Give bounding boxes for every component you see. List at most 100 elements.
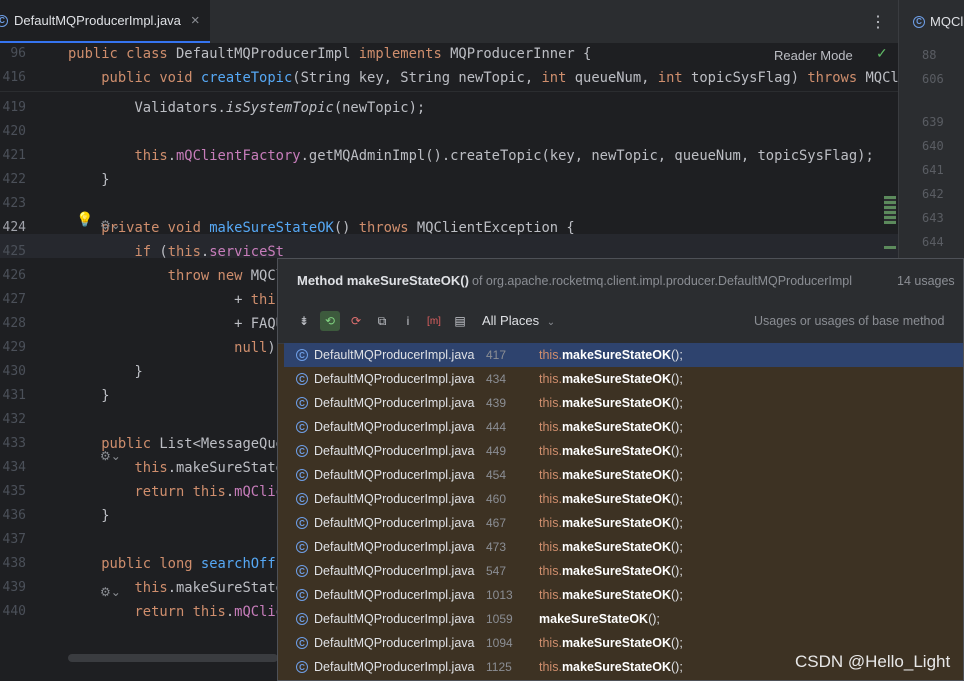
snippet-method: makeSureStateOK [561, 588, 672, 602]
snippet-suffix: (); [671, 516, 683, 530]
scrollbar-marker[interactable] [884, 196, 896, 224]
usage-row[interactable]: C DefaultMQProducerImpl.java 1013 this.make… [284, 583, 963, 607]
code-line[interactable]: } [68, 172, 110, 188]
show-read-access-icon[interactable]: ⟲ [320, 311, 340, 331]
line-number: 606 [922, 72, 944, 86]
code-line[interactable]: + this [68, 292, 284, 308]
tab-default-mq-producer-impl[interactable]: C DefaultMQProducerImpl.java × [0, 0, 210, 43]
usage-line: 444 [486, 420, 507, 434]
usage-line: 1094 [486, 636, 513, 650]
usage-snippet: this.makeSureStateOK(); [539, 564, 683, 578]
usage-snippet: this.makeSureStateOK(); [539, 396, 683, 410]
code-line[interactable]: throw new MQCl [68, 268, 284, 284]
horizontal-scrollbar[interactable] [68, 654, 278, 662]
code-token: public void [68, 70, 201, 86]
tab-mqclient[interactable]: C MQCl [898, 0, 964, 43]
code-token: } [68, 172, 110, 188]
code-line[interactable]: } [68, 388, 110, 404]
inspection-ok-icon[interactable]: ✓ [876, 45, 888, 62]
snippet-method: makeSureStateOK [561, 396, 672, 410]
close-icon[interactable]: × [191, 12, 200, 29]
usage-row[interactable]: C DefaultMQProducerImpl.java 1059 makeSureS… [284, 607, 963, 631]
code-token: this [167, 244, 201, 260]
usage-row[interactable]: C DefaultMQProducerImpl.java 434 this.makeS… [284, 367, 963, 391]
class-icon: C [0, 14, 8, 27]
snippet-suffix: (); [671, 396, 683, 410]
usage-row[interactable]: C DefaultMQProducerImpl.java 417 this.makeS… [284, 343, 963, 367]
ai-assistant-icon[interactable]: ⚙⌄ [100, 218, 121, 232]
usage-row[interactable]: C DefaultMQProducerImpl.java 439 this.makeS… [284, 391, 963, 415]
code-token: } [68, 364, 143, 380]
line-number: 422 [2, 172, 26, 187]
line-number: 440 [2, 604, 26, 619]
snippet-method: makeSureStateOK [561, 660, 672, 674]
line-number: 435 [2, 484, 26, 499]
usage-snippet: this.makeSureStateOK(); [539, 348, 683, 362]
snippet-method: makeSureStateOK [561, 492, 672, 506]
ai-assistant-icon[interactable]: ⚙⌄ [100, 449, 121, 463]
merge-usages-icon[interactable]: ⇟ [294, 311, 314, 331]
usage-snippet: this.makeSureStateOK(); [539, 468, 683, 482]
line-number: 88 [922, 48, 937, 62]
more-options-icon[interactable]: ⋮ [870, 12, 886, 32]
info-icon[interactable]: i [398, 311, 418, 331]
code-line[interactable]: if (this.serviceSt [68, 244, 284, 260]
code-token: () [333, 220, 359, 236]
sticky-code-line[interactable]: public class DefaultMQProducerImpl imple… [68, 46, 591, 62]
reader-mode-button[interactable]: Reader Mode [774, 48, 853, 63]
line-number: 423 [2, 196, 26, 211]
code-line[interactable]: return this.mQClie [68, 604, 284, 620]
code-token: searchOffs [200, 556, 284, 572]
usage-file: DefaultMQProducerImpl.java [314, 612, 475, 626]
code-line[interactable]: } [68, 364, 143, 380]
line-number: 434 [2, 460, 26, 475]
usage-row[interactable]: C DefaultMQProducerImpl.java 473 this.makeS… [284, 535, 963, 559]
show-write-access-icon[interactable]: ⟳ [346, 311, 366, 331]
ai-assistant-icon[interactable]: ⚙⌄ [100, 585, 121, 599]
scope-dropdown[interactable]: All Places ⌄ [482, 313, 555, 328]
usage-row[interactable]: C DefaultMQProducerImpl.java 454 this.makeS… [284, 463, 963, 487]
code-line[interactable]: null); [68, 340, 284, 356]
code-line[interactable]: private void makeSureStateOK() throws MQ… [68, 220, 575, 236]
code-line[interactable]: this.mQClientFactory.getMQAdminImpl().cr… [68, 148, 873, 164]
code-token: public long [68, 556, 201, 572]
show-usages-popup[interactable]: Method makeSureStateOK() of org.apache.r… [277, 258, 964, 681]
usage-line: 439 [486, 396, 507, 410]
usage-row[interactable]: C DefaultMQProducerImpl.java 460 this.makeS… [284, 487, 963, 511]
snippet-prefix: this. [539, 492, 562, 506]
line-number: 436 [2, 508, 26, 523]
usage-row[interactable]: C DefaultMQProducerImpl.java 547 this.makeS… [284, 559, 963, 583]
preview-icon[interactable]: ▤ [450, 311, 470, 331]
code-line[interactable]: Validators.isSystemTopic(newTopic); [68, 100, 425, 116]
class-icon: C [296, 589, 308, 601]
class-icon: C [913, 15, 925, 28]
line-number: 424 [2, 220, 26, 235]
sticky-code-line[interactable]: public void createTopic(String key, Stri… [68, 70, 932, 86]
code-token: (newTopic); [333, 100, 426, 116]
usage-file: DefaultMQProducerImpl.java [314, 516, 475, 530]
code-line[interactable]: } [68, 508, 109, 524]
scope-hint: Usages or usages of base method [754, 314, 945, 328]
scrollbar-marker[interactable] [884, 246, 896, 249]
show-imports-icon[interactable]: ⧉ [372, 311, 392, 331]
lightbulb-icon[interactable]: 💡 [76, 211, 93, 228]
usage-row[interactable]: C DefaultMQProducerImpl.java 444 this.makeS… [284, 415, 963, 439]
usage-row[interactable]: C DefaultMQProducerImpl.java 449 this.makeS… [284, 439, 963, 463]
code-line[interactable]: + FAQU [68, 316, 284, 332]
code-token: (String key, String newTopic, [292, 70, 542, 86]
code-line[interactable]: public long searchOffs [68, 556, 284, 572]
code-token: null [234, 340, 268, 356]
code-token: mQClientFactory [176, 148, 301, 164]
code-line[interactable]: return this.mQClie [68, 484, 284, 500]
code-token: } [68, 388, 110, 404]
code-token: . [200, 244, 210, 260]
usage-file: DefaultMQProducerImpl.java [314, 372, 475, 386]
usage-row[interactable]: C DefaultMQProducerImpl.java 467 this.makeS… [284, 511, 963, 535]
code-token: this [134, 460, 168, 476]
module-icon[interactable]: [m] [424, 311, 444, 331]
usage-line: 1125 [486, 660, 512, 674]
line-number: 427 [2, 292, 26, 307]
snippet-suffix: (); [648, 612, 660, 626]
usage-line: 460 [486, 492, 507, 506]
